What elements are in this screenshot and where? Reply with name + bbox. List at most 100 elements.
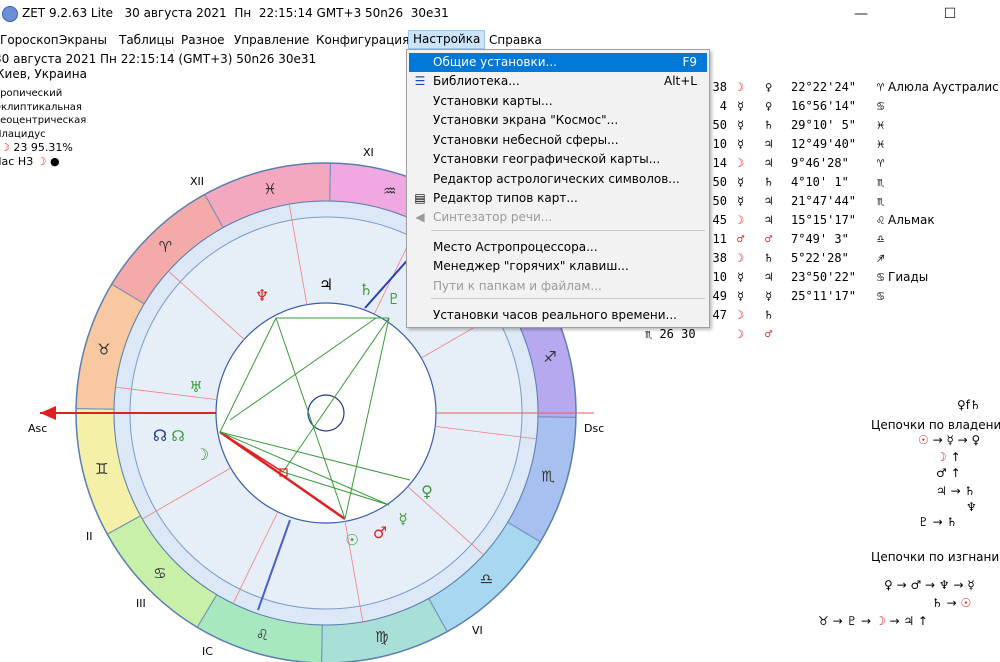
dropdown-item: ◀ Синтезатор речи...	[409, 208, 707, 227]
house-label: VI	[472, 624, 483, 637]
planet-glyph: ♄	[765, 118, 773, 132]
aspect-degree: 14	[712, 156, 727, 170]
neptune-icon: ♆	[255, 286, 269, 305]
dropdown-item-label: Установки небесной сферы...	[433, 133, 619, 147]
ascendant-arrow	[40, 406, 56, 420]
rulership-chain-5: ♆	[966, 500, 977, 514]
planet-glyph: ♀	[765, 80, 773, 94]
dropdown-item-label: Установки экрана "Космос"...	[433, 113, 619, 127]
dropdown-item[interactable]: ☰ Библиотека... Alt+L	[409, 72, 707, 91]
dropdown-item-label: Место Астропроцессора...	[433, 240, 598, 254]
fixed-star-name: Гиады	[888, 270, 929, 284]
dropdown-item-label: Установки часов реального времени...	[433, 308, 677, 322]
aspect-degree: ♏ 26 30	[645, 327, 696, 341]
exile-chain-1: ♀ → ♂ → ♆ → ☿	[884, 578, 975, 592]
dropdown-item[interactable]: Установки географической карты...	[409, 150, 707, 169]
position-value: 25°11'17"	[791, 289, 857, 303]
planet-glyph: ♂	[737, 232, 745, 246]
planet-glyph: ♃	[765, 270, 773, 284]
dropdown-item-shortcut: Alt+L	[664, 74, 697, 88]
position-value: 15°15'17"	[791, 213, 857, 227]
sign-glyph: ♓	[877, 118, 885, 132]
dropdown-item[interactable]: Менеджер "горячих" клавиш...	[409, 257, 707, 276]
planet-glyph: ☽	[737, 327, 745, 341]
planet-glyph: ☿	[737, 137, 745, 151]
fixed-star-name: Альмак	[888, 213, 935, 227]
saturn-icon: ♄	[359, 280, 373, 299]
position-value: 9°46'28"	[791, 156, 849, 170]
position-value: 22°22'24"	[791, 80, 857, 94]
aspect-degree: 50	[712, 175, 727, 189]
planet-glyph: ☽	[737, 80, 745, 94]
uranus-icon: ♅	[189, 378, 202, 396]
dropdown-item[interactable]: Общие установки... F9	[409, 53, 707, 72]
position-value: 7°49' 3"	[791, 232, 849, 246]
aspect-degree: 38	[712, 251, 727, 265]
planet-glyph: ☿	[737, 270, 745, 284]
dropdown-item[interactable]: Установки карты...	[409, 92, 707, 111]
aspect-degree: 4	[719, 99, 727, 113]
dropdown-item[interactable]: ▤ Редактор типов карт...	[409, 189, 707, 208]
planet-glyph: ☿	[737, 175, 745, 189]
zodiac-sign-glyph: ♌	[256, 626, 269, 644]
planet-glyph: ♄	[765, 175, 773, 189]
planet-glyph: ☿	[737, 194, 745, 208]
zodiac-sign-glyph: ♓	[263, 180, 276, 198]
aspect-degree: 50	[712, 194, 727, 208]
dropdown-item-label: Редактор астрологических символов...	[433, 172, 680, 186]
house-label: XII	[190, 175, 204, 188]
settings-dropdown-menu: Общие установки... F9 ☰ Библиотека... Alt+L У…	[406, 49, 710, 328]
sign-glyph: ♋	[877, 270, 885, 284]
planet-glyph: ☽	[737, 213, 745, 227]
planet-glyph: ♃	[765, 213, 773, 227]
exile-chains-title: Цепочки по изгнанию	[871, 550, 1000, 564]
jupiter-icon: ♃	[319, 275, 333, 294]
house-label: XI	[363, 146, 374, 159]
sign-glyph: ♈	[877, 80, 885, 94]
dropdown-item-label: Установки географической карты...	[433, 152, 661, 166]
dropdown-item[interactable]: Установки экрана "Космос"...	[409, 111, 707, 130]
fixed-star-name: Алюла Аустралис	[888, 80, 999, 94]
position-value: 4°10' 1"	[791, 175, 849, 189]
zodiac-sign-glyph: ♒	[383, 182, 396, 200]
dropdown-item[interactable]: Установки часов реального времени...	[409, 306, 707, 325]
exile-chain-2: ♄ → ☉	[932, 596, 972, 610]
dropdown-item-shortcut: F9	[682, 55, 697, 69]
aspect-degree: 49	[712, 289, 727, 303]
mars-icon: ♂	[373, 523, 387, 542]
library-icon: ☰	[414, 74, 426, 88]
sign-glyph: ♓	[877, 137, 885, 151]
position-value: 21°47'44"	[791, 194, 857, 208]
dropdown-item-label: Пути к папкам и файлам...	[433, 279, 602, 293]
planet-glyph: ♃	[765, 156, 773, 170]
dropdown-item-label: Редактор типов карт...	[433, 191, 578, 205]
dropdown-separator	[431, 230, 705, 231]
zodiac-sign-glyph: ♊	[95, 460, 108, 478]
rulership-chain-3: ♂ ↑	[936, 466, 961, 480]
planet-glyph: ♄	[765, 251, 773, 265]
planet-glyph: ☽	[737, 308, 745, 322]
planet-glyph: ☿	[765, 289, 773, 303]
planet-glyph: ☿	[737, 118, 745, 132]
house-label: Asc	[28, 422, 47, 435]
pluto-icon: ♇	[387, 290, 400, 308]
position-value: 29°10' 5"	[791, 118, 857, 132]
dropdown-item[interactable]: Редактор астрологических символов...	[409, 170, 707, 189]
chain-top-glyphs: ♀f♄	[957, 398, 981, 412]
dropdown-separator	[431, 298, 705, 299]
mercury-icon: ☿	[398, 510, 407, 528]
planet-glyph: ♃	[765, 194, 773, 208]
speaker-icon: ◀	[415, 210, 425, 224]
position-value: 16°56'14"	[791, 99, 857, 113]
dropdown-item-label: Установки карты...	[433, 94, 553, 108]
house-label: IC	[202, 645, 213, 658]
house-label: Dsc	[584, 422, 604, 435]
dropdown-item[interactable]: Место Астропроцессора...	[409, 238, 707, 257]
document-icon: ▤	[414, 191, 426, 205]
sign-glyph: ♎	[877, 232, 885, 246]
dropdown-item[interactable]: Установки небесной сферы...	[409, 131, 707, 150]
node-icon: ☊	[171, 427, 184, 445]
rulership-chain-4: ♃ → ♄	[936, 484, 976, 498]
sun-icon: ☉	[345, 531, 358, 549]
sign-glyph: ♏	[877, 194, 885, 208]
